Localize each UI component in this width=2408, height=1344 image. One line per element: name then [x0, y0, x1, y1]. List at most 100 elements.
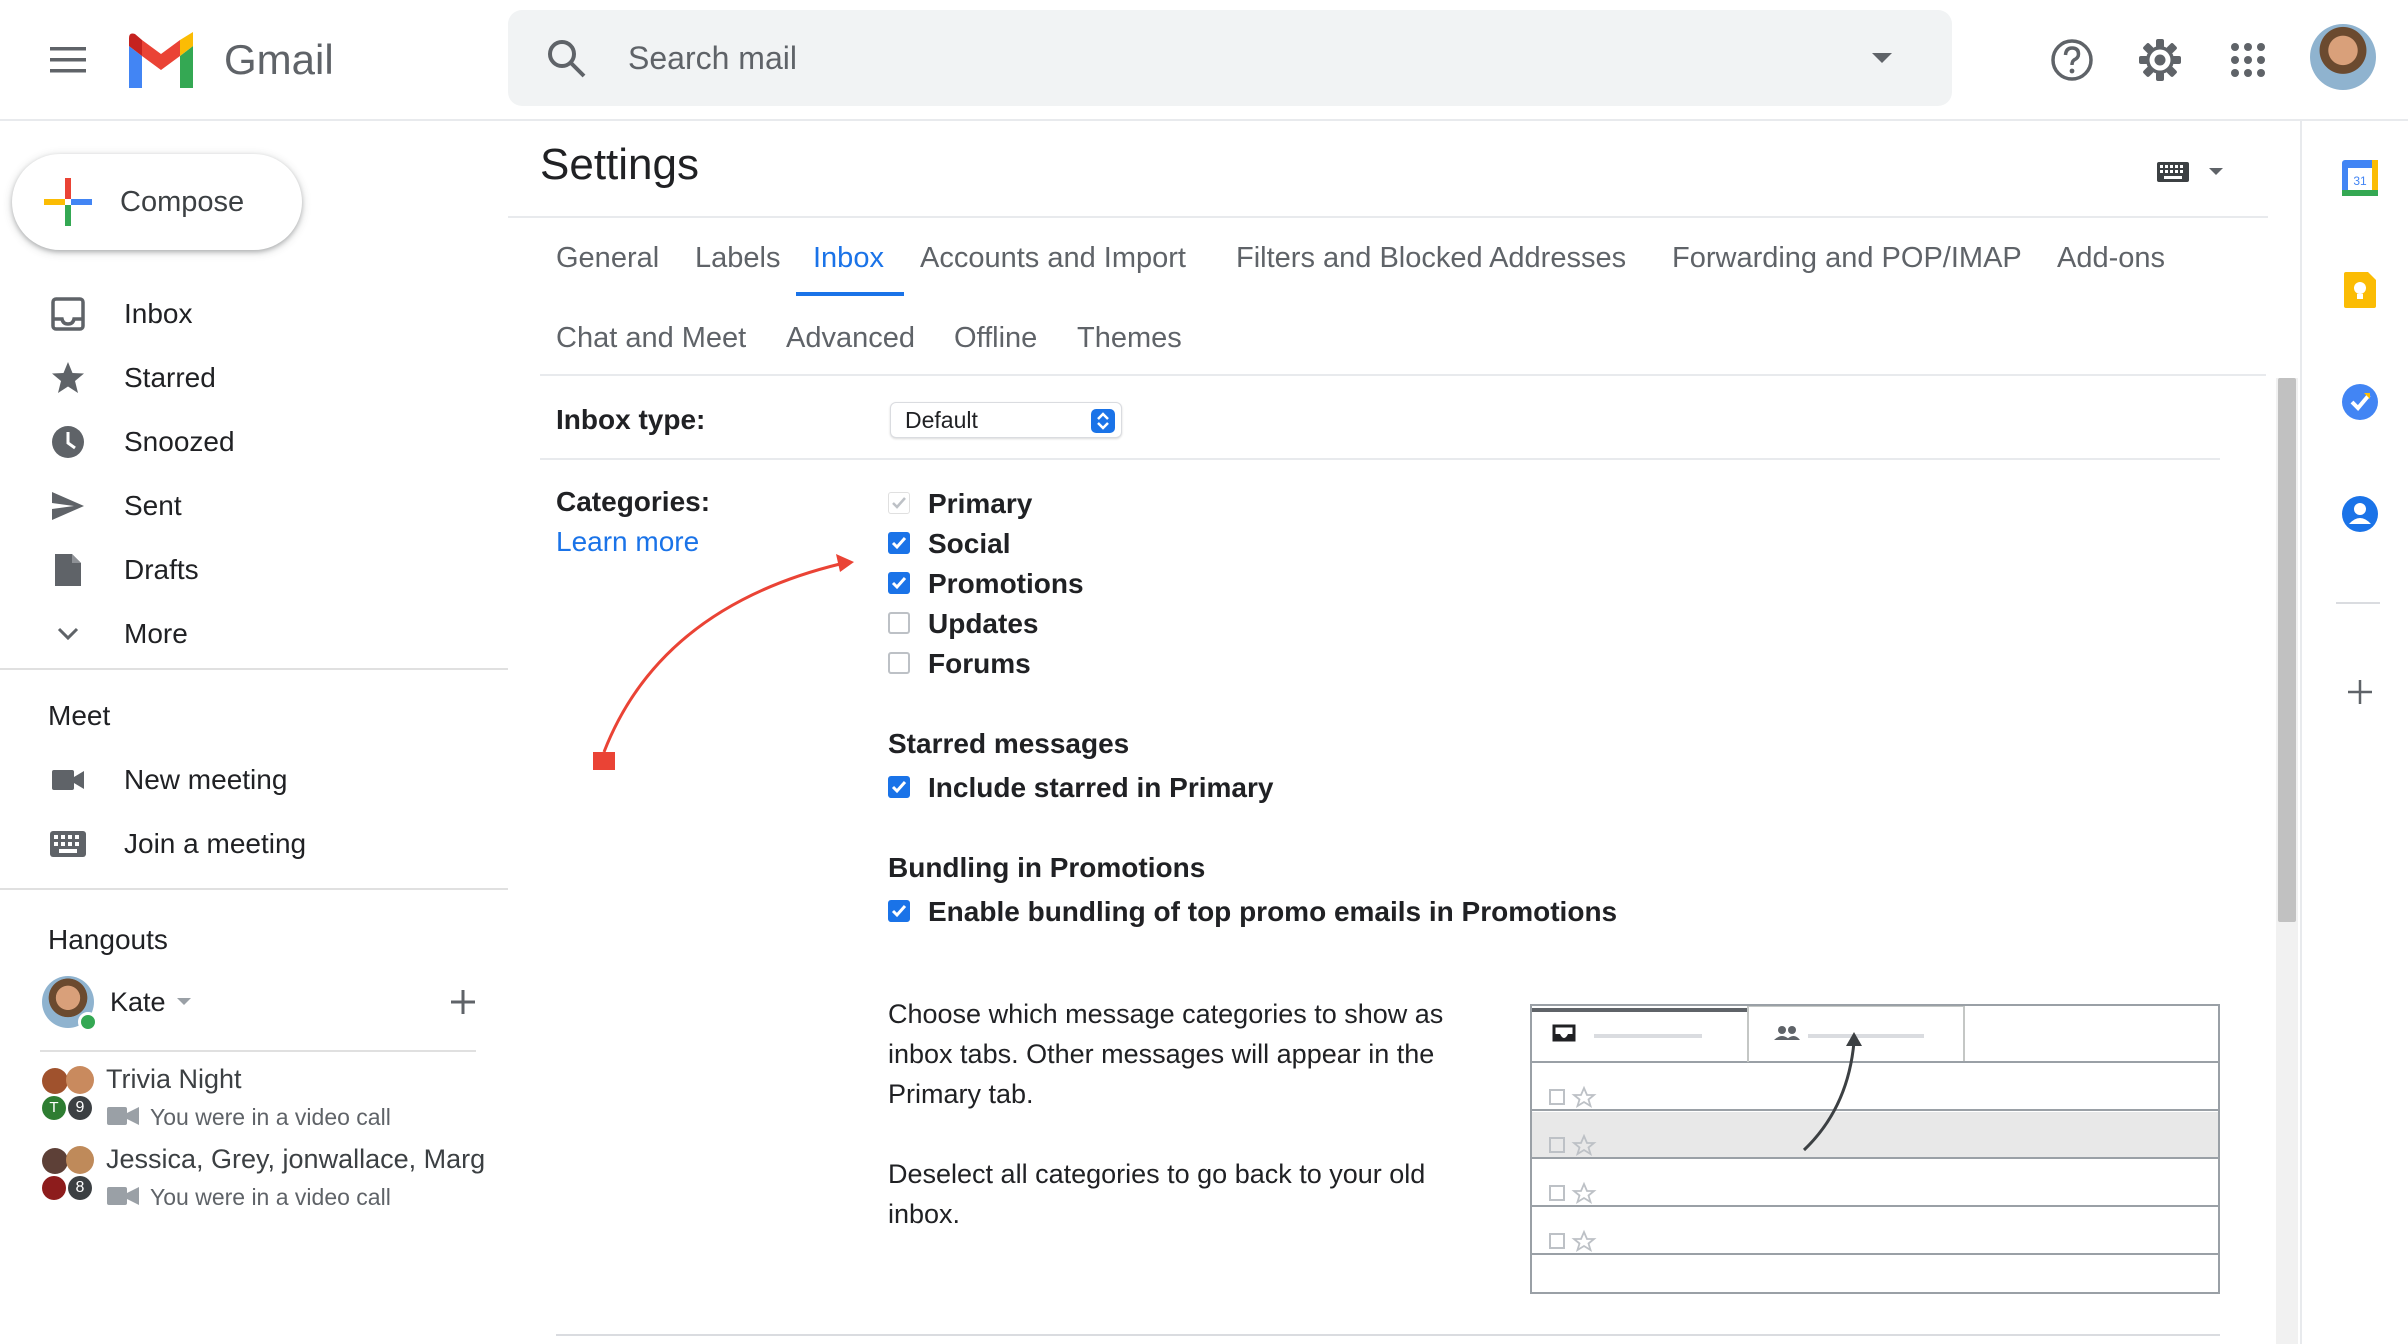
group-avatar: T 9 — [42, 1064, 98, 1120]
tab-accounts-import[interactable]: Accounts and Import — [920, 242, 1186, 275]
divider — [540, 458, 2220, 460]
meet-new-meeting[interactable]: New meeting — [0, 748, 500, 812]
google-apps-button[interactable] — [2216, 28, 2280, 92]
search-bar — [508, 10, 1952, 106]
nav-item-starred[interactable]: Starred — [0, 346, 500, 410]
inbox-tabs-illustration — [1530, 1004, 2220, 1294]
nav-label: Sent — [124, 490, 182, 521]
nav-item-snoozed[interactable]: Snoozed — [0, 410, 500, 474]
category-promotions-label: Promotions — [928, 568, 1084, 599]
nav-divider — [0, 668, 508, 670]
tab-forwarding[interactable]: Forwarding and POP/IMAP — [1672, 242, 2022, 275]
gmail-m-icon — [129, 32, 193, 88]
nav-item-inbox[interactable]: Inbox — [0, 282, 500, 346]
gmail-logo[interactable]: Gmail — [124, 28, 334, 92]
send-icon — [48, 486, 88, 526]
tab-themes[interactable]: Themes — [1077, 322, 1182, 355]
divider — [556, 1334, 2220, 1336]
tasks-icon — [2342, 384, 2378, 420]
categories-label: Categories: — [556, 486, 711, 517]
category-updates-label: Updates — [928, 608, 1039, 639]
search-options-button[interactable] — [1852, 28, 1912, 88]
draft-icon — [48, 550, 88, 590]
tab-filters[interactable]: Filters and Blocked Addresses — [1236, 242, 1626, 275]
keyboard-icon — [48, 824, 88, 864]
checkbox-forums[interactable] — [888, 652, 910, 674]
tab-general[interactable]: General — [556, 242, 659, 275]
main-menu-button[interactable] — [40, 32, 96, 88]
star-icon — [48, 358, 88, 398]
conversation-title: Jessica, Grey, jonwallace, Marg — [106, 1144, 486, 1174]
bundling-heading: Bundling in Promotions — [888, 852, 1206, 883]
settings-button[interactable] — [2128, 28, 2192, 92]
meet-join-meeting[interactable]: Join a meeting — [0, 812, 500, 876]
select-arrows-icon — [1091, 409, 1115, 433]
categories-description: Choose which message categories to show … — [888, 999, 1444, 1109]
compose-label: Compose — [120, 185, 245, 218]
checkbox-social[interactable] — [888, 532, 910, 554]
active-tab-indicator — [796, 292, 904, 296]
clock-icon — [48, 422, 88, 462]
starred-heading: Starred messages — [888, 728, 1130, 759]
search-input[interactable] — [628, 39, 1852, 77]
nav-item-sent[interactable]: Sent — [0, 474, 500, 538]
keyboard-icon — [2157, 162, 2189, 182]
checkbox-enable-bundling[interactable] — [888, 900, 910, 922]
compose-button[interactable]: Compose — [12, 154, 302, 250]
get-add-ons-button[interactable] — [2338, 670, 2382, 714]
plus-icon — [44, 178, 92, 226]
caret-down-icon[interactable] — [176, 997, 192, 1007]
inbox-type-select[interactable]: Default — [890, 402, 1122, 438]
account-avatar[interactable] — [2310, 24, 2376, 90]
support-button[interactable] — [2040, 28, 2104, 92]
apps-grid-icon — [2231, 43, 2265, 77]
tasks-app-button[interactable] — [2338, 380, 2382, 424]
conversation-title: Trivia Night — [106, 1064, 242, 1094]
conversation-status: You were in a video call — [150, 1184, 391, 1210]
category-social-label: Social — [928, 528, 1011, 559]
inbox-icon — [48, 294, 88, 334]
contacts-app-button[interactable] — [2338, 492, 2382, 536]
nav-label: Drafts — [124, 554, 199, 585]
calendar-app-button[interactable]: 31 — [2338, 156, 2382, 200]
conversation-status: You were in a video call — [150, 1104, 391, 1130]
nav-item-drafts[interactable]: Drafts — [0, 538, 500, 602]
plus-icon — [2348, 680, 2372, 704]
calendar-icon: 31 — [2342, 160, 2378, 196]
video-icon — [48, 760, 88, 800]
scrollbar-thumb[interactable] — [2278, 378, 2296, 922]
meet-section-title: Meet — [48, 700, 111, 731]
keep-icon — [2344, 272, 2376, 308]
app-name: Gmail — [224, 36, 334, 83]
svg-text:31: 31 — [2353, 174, 2367, 188]
tab-chat-meet[interactable]: Chat and Meet — [556, 322, 746, 355]
tab-offline[interactable]: Offline — [954, 322, 1037, 355]
caret-down-icon — [1872, 53, 1892, 63]
search-icon[interactable] — [544, 36, 588, 80]
include-starred-label: Include starred in Primary — [928, 772, 1274, 803]
page-title: Settings — [540, 140, 699, 189]
tab-advanced[interactable]: Advanced — [786, 322, 915, 355]
add-contact-icon[interactable] — [448, 987, 478, 1017]
checkbox-updates[interactable] — [888, 612, 910, 634]
video-icon — [107, 1107, 139, 1125]
nav-label: Join a meeting — [124, 828, 307, 859]
tab-labels[interactable]: Labels — [695, 242, 780, 275]
hangout-conversation[interactable]: T 9 Trivia Night You were in a video cal… — [40, 1064, 500, 1140]
tab-add-ons[interactable]: Add-ons — [2057, 242, 2165, 275]
nav-item-more[interactable]: More — [0, 602, 500, 666]
hangouts-user-name: Kate — [110, 986, 166, 1017]
enable-bundling-label: Enable bundling of top promo emails in P… — [928, 896, 1618, 927]
group-avatar: 8 — [42, 1144, 98, 1200]
side-panel-divider — [2336, 602, 2380, 604]
hangout-conversation[interactable]: 8 Jessica, Grey, jonwallace, Marg You we… — [40, 1144, 500, 1220]
hangouts-user[interactable]: Kate — [42, 972, 502, 1032]
avatar — [42, 976, 98, 1032]
checkbox-include-starred[interactable] — [888, 776, 910, 798]
nav-label: More — [124, 618, 188, 649]
tab-inbox[interactable]: Inbox — [813, 242, 884, 275]
video-icon — [107, 1187, 139, 1205]
keep-app-button[interactable] — [2338, 268, 2382, 312]
input-tools-button[interactable] — [2156, 152, 2232, 192]
checkbox-promotions[interactable] — [888, 572, 910, 594]
